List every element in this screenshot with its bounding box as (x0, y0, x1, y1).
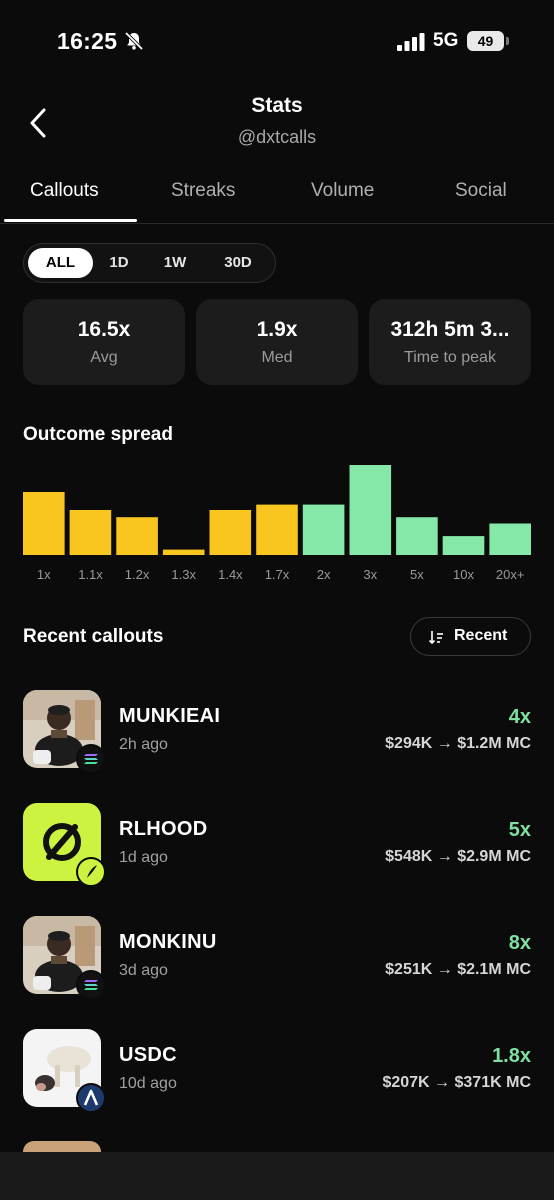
stat-label: Avg (90, 349, 118, 366)
battery-level: 49 (467, 31, 504, 51)
status-time: 16:25 (57, 28, 118, 54)
signal-icon (397, 33, 425, 51)
filter-1d[interactable]: 1D (98, 248, 140, 278)
stat-card-time-to-peak: 312h 5m 3... Time to peak (369, 299, 531, 385)
robinhood-chain-icon (76, 857, 106, 887)
callout-row[interactable]: MONKINU 3d ago 8x $251K → $2.1M MC (0, 916, 554, 1000)
callout-multiple: 8x (508, 932, 531, 954)
stat-label: Time to peak (404, 349, 496, 366)
callout-row-partial[interactable] (0, 1141, 554, 1152)
page-subtitle-handle: @dxtcalls (237, 127, 317, 147)
chart-tick-label: 1x (37, 567, 51, 582)
tab-social[interactable]: Social (455, 180, 507, 202)
callout-multiple: 5x (508, 819, 531, 841)
solana-chain-icon (76, 744, 106, 774)
abstract-chain-icon (76, 1083, 106, 1113)
stat-value: 16.5x (77, 318, 131, 341)
time-filter: ALL 1D 1W 30D (23, 243, 276, 283)
outcome-spread-chart: 1x 1.1x 1.2x 1.3x 1.4x 1.7x 2x 3x 5x 10x 20x+ (23, 465, 531, 582)
callout-row[interactable]: USDC 10d ago 1.8x $207K → $371K MC (0, 1029, 554, 1113)
stat-card-avg: 16.5x Avg (23, 299, 185, 385)
chart-bar-5x (396, 517, 438, 555)
chart-bar-1.4x (209, 510, 252, 555)
chart-tick-label: 2x (317, 567, 331, 582)
chart-tick-label: 1.7x (265, 567, 290, 582)
chart-bar-20x+ (489, 523, 531, 555)
chart-bar-1.3x (162, 549, 205, 555)
chart-bar-10x (442, 536, 485, 555)
stat-value: 1.9x (256, 318, 298, 341)
chart-tick-label: 5x (410, 567, 424, 582)
page-title: Stats (251, 94, 303, 117)
bottom-bar (0, 1152, 554, 1200)
callout-multiple: 4x (508, 706, 531, 728)
chart-tick-label: 1.3x (171, 567, 196, 582)
token-name: RLHOOD (119, 818, 208, 840)
chart-tick-label: 20x+ (496, 567, 525, 582)
tab-callouts[interactable]: Callouts (30, 180, 99, 202)
sort-icon (428, 631, 443, 645)
chart-bar-1x (23, 492, 65, 555)
chart-tick-label: 10x (453, 567, 474, 582)
stat-card-median: 1.9x Med (196, 299, 358, 385)
market-cap-change: $548K → $2.9M MC (385, 848, 531, 865)
chart-tick-label: 1.4x (218, 567, 243, 582)
chart-bar-3x (349, 465, 392, 555)
active-tab-indicator (4, 219, 137, 222)
filter-1w[interactable]: 1W (152, 248, 198, 278)
callout-age: 3d ago (119, 962, 168, 979)
filter-all[interactable]: ALL (28, 248, 93, 278)
outcome-spread-title: Outcome spread (23, 424, 173, 445)
tab-volume[interactable]: Volume (311, 180, 374, 202)
network-type: 5G (433, 30, 459, 51)
chart-bar-1.1x (69, 510, 112, 555)
chart-tick-label: 1.1x (78, 567, 103, 582)
status-bar: 16:25 5G 49 (0, 0, 554, 84)
chart-bar-2x (302, 504, 345, 555)
solana-chain-icon (76, 970, 106, 1000)
callout-row[interactable]: RLHOOD 1d ago 5x $548K → $2.9M MC (0, 803, 554, 887)
callout-multiple: 1.8x (492, 1045, 531, 1067)
token-name: USDC (119, 1044, 177, 1066)
chart-tick-label: 3x (363, 567, 377, 582)
bell-muted-icon (124, 31, 144, 51)
token-name: MONKINU (119, 931, 217, 953)
chart-bar-1.7x (256, 504, 298, 555)
battery-icon: 49 (467, 31, 509, 51)
stat-label: Med (261, 349, 293, 366)
callout-age: 2h ago (119, 736, 168, 753)
filter-30d[interactable]: 30D (210, 248, 266, 278)
callout-age: 1d ago (119, 849, 168, 866)
sort-button[interactable]: Recent (410, 617, 531, 656)
tab-bar: Callouts Streaks Volume Social (0, 170, 554, 224)
stat-value: 312h 5m 3... (390, 318, 510, 341)
sort-label: Recent (454, 627, 508, 644)
recent-callouts-title: Recent callouts (23, 626, 164, 647)
callout-row[interactable]: MUNKIEAI 2h ago 4x $294K → $1.2M MC (0, 690, 554, 774)
market-cap-change: $294K → $1.2M MC (385, 735, 531, 752)
callout-age: 10d ago (119, 1075, 177, 1092)
token-avatar (23, 1141, 101, 1152)
market-cap-change: $251K → $2.1M MC (385, 961, 531, 978)
token-name: MUNKIEAI (119, 705, 221, 727)
tab-streaks[interactable]: Streaks (171, 180, 235, 202)
chart-bar-1.2x (116, 517, 158, 555)
chart-tick-label: 1.2x (125, 567, 150, 582)
market-cap-change: $207K → $371K MC (382, 1074, 531, 1091)
